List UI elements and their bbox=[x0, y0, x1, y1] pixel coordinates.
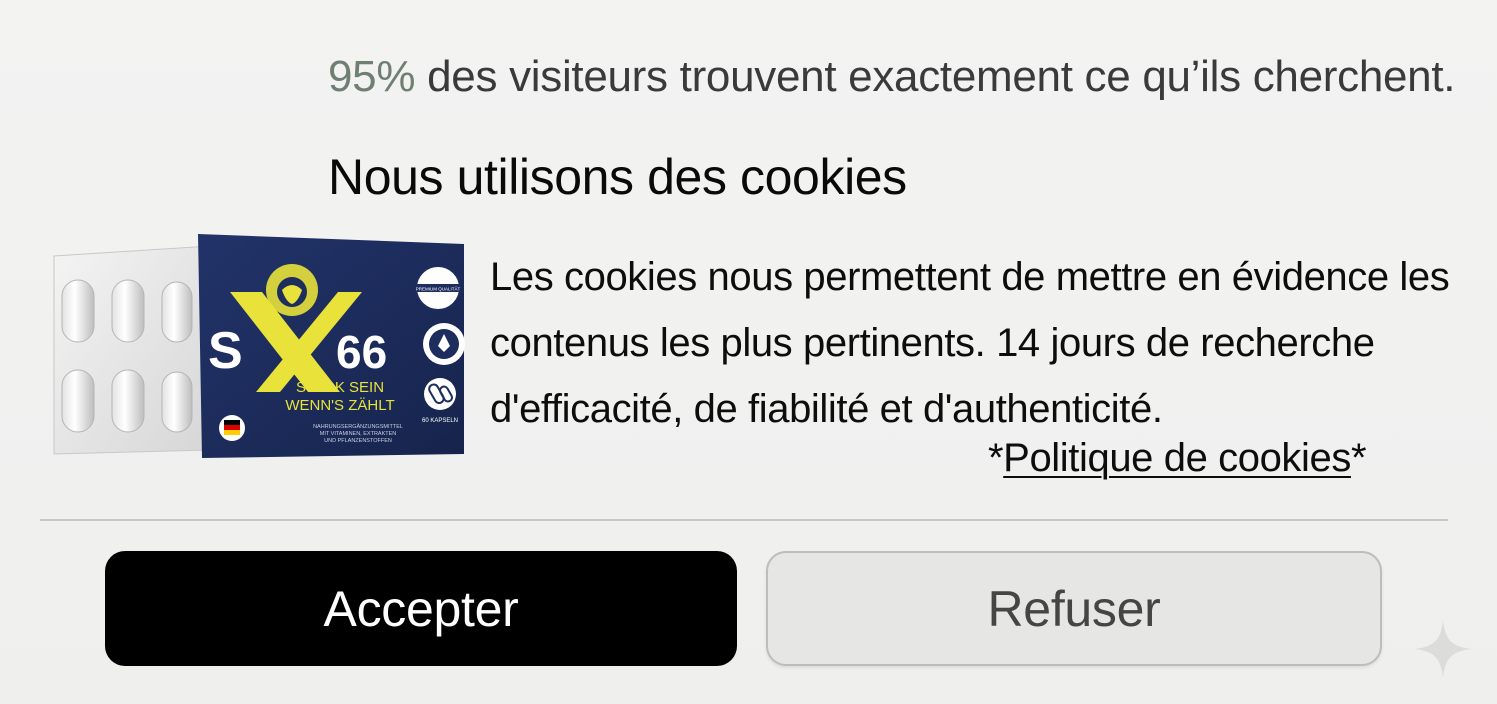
cookie-description: Les cookies nous permettent de mettre en… bbox=[490, 244, 1490, 442]
fine-print-3: UND PFLANZENSTOFFEN bbox=[324, 438, 392, 444]
cookie-heading: Nous utilisons des cookies bbox=[328, 149, 907, 205]
fine-print-2: MIT VITAMINEN, EXTRAKTEN bbox=[320, 431, 397, 437]
visitor-stat: 95% des visiteurs trouvent exactement ce… bbox=[328, 52, 1456, 102]
tagline-1: STARK SEIN bbox=[296, 379, 384, 396]
product-image: S 66 STARK SEIN WENN'S ZÄHLT NAHRUNGSERG… bbox=[53, 234, 465, 458]
accept-button[interactable]: Accepter bbox=[105, 551, 737, 666]
description-line-3: d'efficacité, de fiabilité et d'authenti… bbox=[490, 387, 1163, 431]
seal-badge-icon bbox=[423, 323, 465, 365]
quality-badge-icon: PREMIUM QUALITÄT bbox=[415, 265, 461, 311]
policy-suffix: * bbox=[1350, 436, 1367, 480]
divider bbox=[40, 519, 1448, 521]
svg-text:PREMIUM QUALITÄT: PREMIUM QUALITÄT bbox=[416, 286, 461, 292]
cookie-policy: *Politique de cookies* bbox=[988, 436, 1367, 481]
description-line-1: Les cookies nous permettent de mettre en… bbox=[490, 255, 1450, 299]
brand-66: 66 bbox=[336, 326, 387, 378]
german-flag-seal-icon bbox=[219, 415, 245, 441]
policy-prefix: * bbox=[988, 436, 1004, 480]
refuse-button[interactable]: Refuser bbox=[766, 551, 1382, 666]
cookie-banner: 95% des visiteurs trouvent exactement ce… bbox=[0, 0, 1497, 704]
capsule-count: 60 KAPSELN bbox=[422, 418, 458, 424]
fine-print-1: NAHRUNGSERGÄNZUNGSMITTEL bbox=[313, 423, 403, 430]
sparkle-icon bbox=[1414, 620, 1472, 678]
stat-percent: 95% bbox=[328, 52, 416, 101]
capsule-badge-icon bbox=[424, 378, 456, 410]
description-line-2: contenus les plus pertinents. 14 jours d… bbox=[490, 321, 1375, 365]
cookie-policy-link[interactable]: Politique de cookies bbox=[1003, 436, 1351, 480]
tagline-2: WENN'S ZÄHLT bbox=[285, 397, 394, 414]
stat-text: des visiteurs trouvent exactement ce qu’… bbox=[415, 52, 1456, 101]
brand-s: S bbox=[208, 322, 243, 380]
